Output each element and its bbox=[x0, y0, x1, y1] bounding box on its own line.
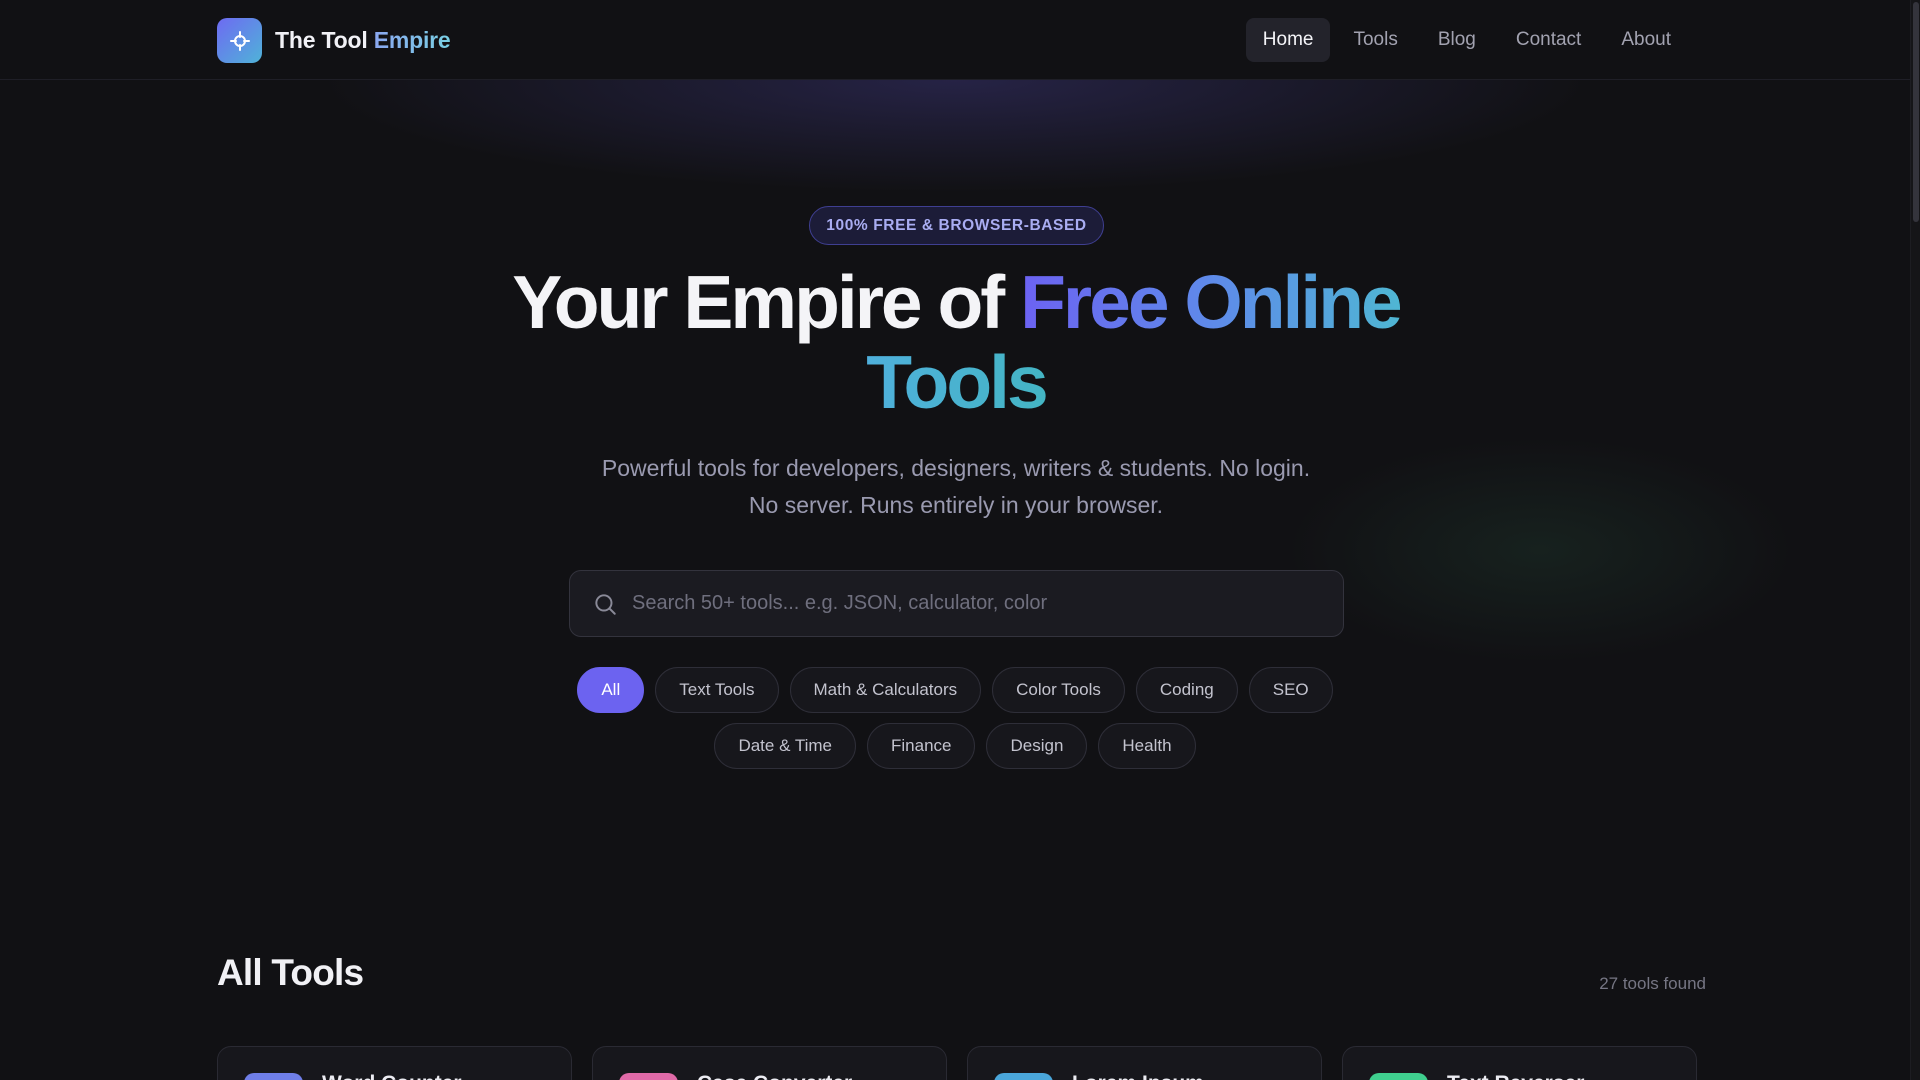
tool-card[interactable]: Lorem Ipsum bbox=[967, 1046, 1322, 1080]
site-header: The Tool Empire Home Tools Blog Contact … bbox=[0, 0, 1910, 80]
hero-title-highlight-2: Tools bbox=[866, 340, 1048, 424]
page-scrollbar[interactable] bbox=[1910, 0, 1920, 1080]
hero-subtitle: Powerful tools for developers, designers… bbox=[601, 455, 1311, 518]
tool-card-icon bbox=[619, 1073, 678, 1080]
logo-link[interactable]: The Tool Empire bbox=[217, 18, 451, 63]
tool-card-name: Text Reverser bbox=[1447, 1072, 1584, 1080]
crosshair-icon bbox=[217, 18, 262, 63]
brand-name-part2: Empire bbox=[373, 27, 451, 53]
category-filter-row-2: Date & Time Finance Design Health bbox=[0, 723, 1910, 769]
hero-title: Your Empire of Free Online Tools bbox=[400, 262, 1512, 422]
category-chip-date-time[interactable]: Date & Time bbox=[714, 723, 856, 769]
hero-glow-green bbox=[1180, 390, 1900, 710]
category-chip-seo[interactable]: SEO bbox=[1248, 667, 1333, 713]
category-filter-row-1: All Text Tools Math & Calculators Color … bbox=[0, 667, 1910, 713]
hero-title-highlight-1: Free Online bbox=[1020, 260, 1403, 344]
category-chip-all[interactable]: All bbox=[577, 667, 645, 713]
category-chip-color-tools[interactable]: Color Tools bbox=[992, 667, 1125, 713]
search-icon bbox=[595, 593, 616, 615]
search-input[interactable] bbox=[632, 571, 1343, 636]
tool-card[interactable]: Case Converter bbox=[592, 1046, 947, 1080]
tool-card-grid: Word Counter Case Converter Lorem Ipsum … bbox=[217, 1046, 1697, 1080]
hero-title-plain: Your Empire of bbox=[512, 260, 1021, 344]
tools-count: 27 tools found bbox=[1599, 974, 1706, 993]
tool-card-icon bbox=[244, 1073, 303, 1080]
nav-tools[interactable]: Tools bbox=[1336, 18, 1414, 62]
tool-card[interactable]: Word Counter bbox=[217, 1046, 572, 1080]
tool-card-icon bbox=[994, 1073, 1053, 1080]
main-nav: Home Tools Blog Contact About bbox=[1240, 18, 1688, 62]
category-chip-finance[interactable]: Finance bbox=[867, 723, 976, 769]
nav-home[interactable]: Home bbox=[1245, 18, 1331, 62]
tool-card-icon bbox=[1369, 1073, 1428, 1080]
section-title: All Tools bbox=[217, 952, 364, 993]
nav-about[interactable]: About bbox=[1604, 18, 1688, 62]
tool-card-name: Case Converter bbox=[697, 1072, 852, 1080]
category-chip-design[interactable]: Design bbox=[986, 723, 1088, 769]
tool-card[interactable]: Text Reverser bbox=[1342, 1046, 1697, 1080]
search-box[interactable] bbox=[569, 570, 1344, 637]
hero-badge: 100% FREE & BROWSER-BASED bbox=[809, 206, 1104, 245]
scrollbar-thumb[interactable] bbox=[1913, 2, 1919, 222]
brand-name: The Tool Empire bbox=[275, 27, 451, 54]
nav-contact[interactable]: Contact bbox=[1499, 18, 1598, 62]
category-chip-health[interactable]: Health bbox=[1098, 723, 1196, 769]
category-chip-text-tools[interactable]: Text Tools bbox=[655, 667, 779, 713]
tool-card-name: Word Counter bbox=[322, 1072, 462, 1080]
category-chip-math-calculators[interactable]: Math & Calculators bbox=[789, 667, 982, 713]
tool-card-name: Lorem Ipsum bbox=[1072, 1072, 1204, 1080]
nav-blog[interactable]: Blog bbox=[1421, 18, 1493, 62]
category-chip-coding[interactable]: Coding bbox=[1135, 667, 1238, 713]
brand-name-part1: The Tool bbox=[275, 27, 374, 53]
